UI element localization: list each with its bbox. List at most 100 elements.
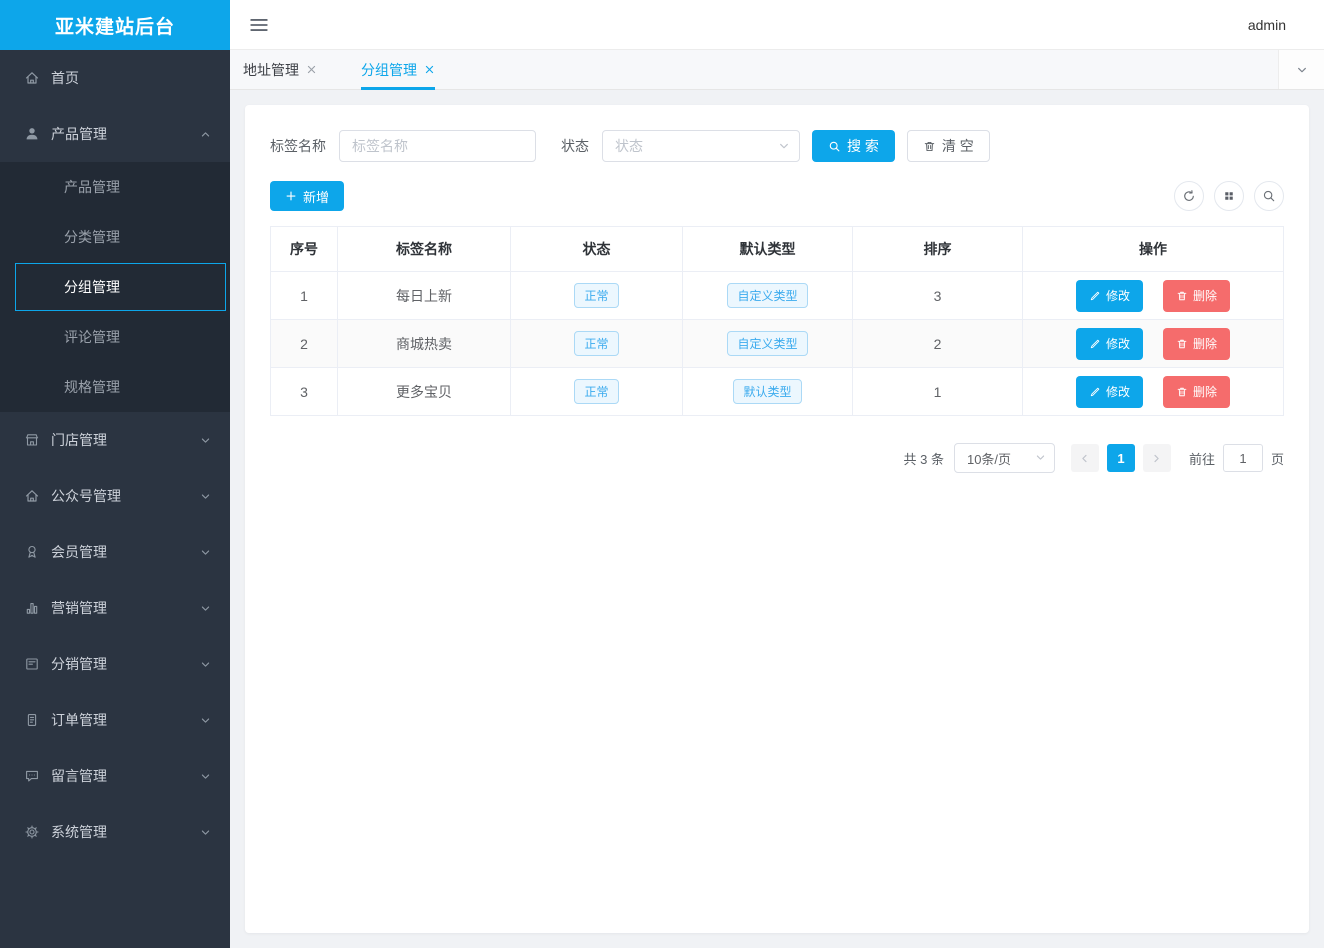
cell-sort: 3 xyxy=(853,272,1023,320)
search-toggle-button[interactable] xyxy=(1254,181,1284,211)
sidebar-item-home[interactable]: 首页 xyxy=(0,50,230,106)
home-icon xyxy=(24,70,40,86)
sidebar-subitem-product-manage[interactable]: 产品管理 xyxy=(0,162,230,212)
page-number-1[interactable]: 1 xyxy=(1107,444,1135,472)
main-area: admin 地址管理 分组管理 标签名称 xyxy=(230,0,1324,948)
delete-button-label: 删除 xyxy=(1193,383,1217,400)
col-header-status: 状态 xyxy=(511,227,683,272)
sidebar-subitem-comment-manage[interactable]: 评论管理 xyxy=(0,312,230,362)
status-select[interactable] xyxy=(602,130,800,162)
clear-button[interactable]: 清 空 xyxy=(907,130,990,162)
sidebar-item-label: 留言管理 xyxy=(51,766,107,786)
sidebar-item-distribution[interactable]: 分销管理 xyxy=(0,636,230,692)
sidebar-item-marketing[interactable]: 营销管理 xyxy=(0,580,230,636)
type-badge: 默认类型 xyxy=(733,379,801,404)
search-button-label: 搜 索 xyxy=(847,136,879,156)
search-icon xyxy=(1262,189,1276,203)
sidebar-item-official-account[interactable]: 公众号管理 xyxy=(0,468,230,524)
prev-page-button[interactable] xyxy=(1071,444,1099,472)
sidebar-item-label: 营销管理 xyxy=(51,598,107,618)
sidebar-item-label: 订单管理 xyxy=(51,710,107,730)
table-toolbar: 新增 xyxy=(270,181,1284,211)
sidebar-subitem-category-manage[interactable]: 分类管理 xyxy=(0,212,230,262)
user-icon xyxy=(24,126,40,142)
user-menu[interactable]: admin xyxy=(1248,17,1286,33)
chevron-down-icon xyxy=(199,546,212,559)
edit-button[interactable]: 修改 xyxy=(1076,328,1143,360)
gear-icon xyxy=(24,824,40,840)
cell-sort: 2 xyxy=(853,320,1023,368)
chevron-down-icon xyxy=(199,826,212,839)
chevron-down-icon xyxy=(199,714,212,727)
chevron-down-icon xyxy=(199,658,212,671)
status-badge: 正常 xyxy=(574,283,618,308)
sidebar-item-messages[interactable]: 留言管理 xyxy=(0,748,230,804)
edit-button-label: 修改 xyxy=(1106,287,1130,304)
edit-button[interactable]: 修改 xyxy=(1076,280,1143,312)
sidebar: 亚米建站后台 首页 产品管理 产品管理 分类管理 分组管理 评论管理 规格管理 … xyxy=(0,0,230,948)
page-size-value[interactable] xyxy=(954,443,1055,473)
tab-group-manage[interactable]: 分组管理 xyxy=(361,50,435,90)
cell-name: 商城热卖 xyxy=(338,320,511,368)
layout-icon xyxy=(24,656,40,672)
cell-index: 3 xyxy=(271,368,338,416)
grid-icon xyxy=(1223,190,1235,202)
tab-address-manage[interactable]: 地址管理 xyxy=(243,50,317,90)
status-select-input[interactable] xyxy=(602,130,800,162)
delete-button[interactable]: 删除 xyxy=(1163,328,1230,360)
add-button-label: 新增 xyxy=(303,187,329,206)
sidebar-item-system[interactable]: 系统管理 xyxy=(0,804,230,860)
goto-page-input[interactable] xyxy=(1223,444,1263,472)
group-manage-panel: 标签名称 状态 搜 索 xyxy=(245,105,1309,933)
table-row: 1 每日上新 正常 自定义类型 3 修改 删除 xyxy=(271,272,1284,320)
chevron-up-icon xyxy=(199,128,212,141)
page-size-select[interactable] xyxy=(954,443,1055,473)
plus-icon xyxy=(285,190,297,202)
status-badge: 正常 xyxy=(574,379,618,404)
col-header-sort: 排序 xyxy=(853,227,1023,272)
column-settings-button[interactable] xyxy=(1214,181,1244,211)
edit-button-label: 修改 xyxy=(1106,335,1130,352)
search-button[interactable]: 搜 索 xyxy=(812,130,895,162)
cell-name: 更多宝贝 xyxy=(338,368,511,416)
cell-index: 1 xyxy=(271,272,338,320)
app-title: 亚米建站后台 xyxy=(0,0,230,50)
sidebar-subitem-spec-manage[interactable]: 规格管理 xyxy=(0,362,230,412)
table-tools xyxy=(1174,181,1284,211)
close-icon[interactable] xyxy=(306,64,317,75)
sidebar-item-members[interactable]: 会员管理 xyxy=(0,524,230,580)
chevron-left-icon xyxy=(1078,452,1091,465)
tab-bar: 地址管理 分组管理 xyxy=(230,50,1324,90)
sidebar-subitem-group-manage[interactable]: 分组管理 xyxy=(15,263,226,311)
store-icon xyxy=(24,432,40,448)
chevron-down-icon xyxy=(1295,63,1309,77)
status-badge: 正常 xyxy=(574,331,618,356)
sidebar-item-label: 系统管理 xyxy=(51,822,107,842)
page-suffix-label: 页 xyxy=(1271,449,1284,468)
add-button[interactable]: 新增 xyxy=(270,181,344,211)
cell-sort: 1 xyxy=(853,368,1023,416)
tab-actions-dropdown[interactable] xyxy=(1278,50,1324,89)
tab-label: 地址管理 xyxy=(243,60,299,80)
groups-table: 序号 标签名称 状态 默认类型 排序 操作 1 每日上新 正常 自定义类型 3 xyxy=(270,226,1284,416)
refresh-button[interactable] xyxy=(1174,181,1204,211)
name-field-label: 标签名称 xyxy=(270,136,326,156)
edit-button[interactable]: 修改 xyxy=(1076,376,1143,408)
tag-name-input[interactable] xyxy=(339,130,536,162)
delete-button[interactable]: 删除 xyxy=(1163,280,1230,312)
close-icon[interactable] xyxy=(424,64,435,75)
sidebar-item-products[interactable]: 产品管理 xyxy=(0,106,230,162)
type-badge: 自定义类型 xyxy=(727,283,807,308)
next-page-button[interactable] xyxy=(1143,444,1171,472)
delete-button-label: 删除 xyxy=(1193,335,1217,352)
goto-label: 前往 xyxy=(1189,449,1215,468)
type-badge: 自定义类型 xyxy=(727,331,807,356)
total-count: 共 3 条 xyxy=(904,449,944,468)
hamburger-menu-icon[interactable] xyxy=(248,14,270,36)
delete-button[interactable]: 删除 xyxy=(1163,376,1230,408)
sidebar-item-stores[interactable]: 门店管理 xyxy=(0,412,230,468)
col-header-name: 标签名称 xyxy=(338,227,511,272)
sidebar-item-label: 首页 xyxy=(51,68,79,88)
sidebar-item-orders[interactable]: 订单管理 xyxy=(0,692,230,748)
clear-button-label: 清 空 xyxy=(942,136,974,156)
